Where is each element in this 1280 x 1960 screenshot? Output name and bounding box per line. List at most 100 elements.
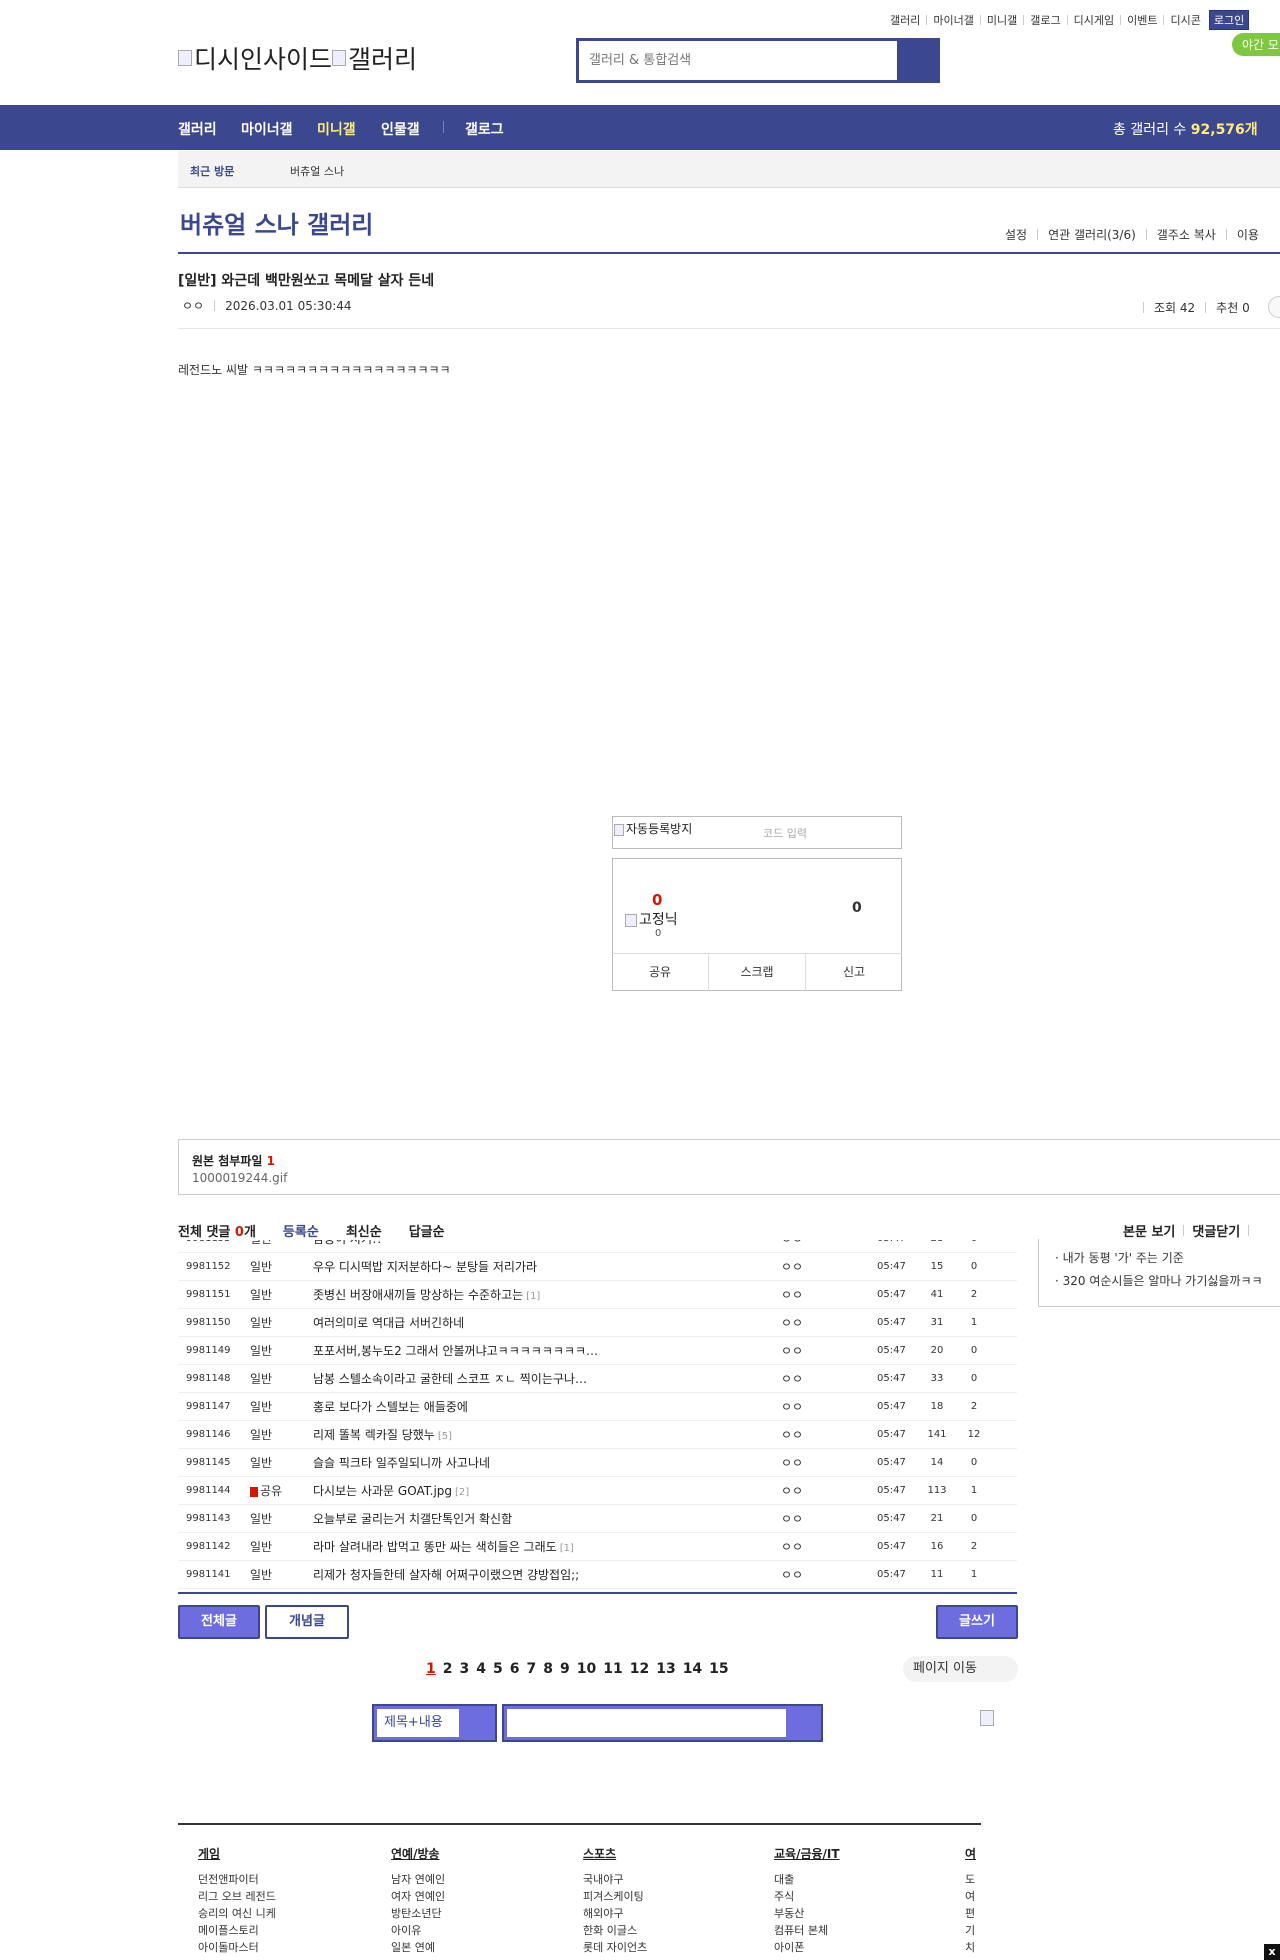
page-link[interactable]: 14: [683, 1661, 702, 1677]
page-link[interactable]: 10: [577, 1661, 596, 1677]
nav-item-mini[interactable]: 미니갤: [317, 119, 356, 139]
page-link[interactable]: 3: [460, 1661, 470, 1677]
close-icon[interactable]: x: [1264, 1944, 1280, 1960]
footer-link[interactable]: 아이돌마스터: [198, 1939, 368, 1956]
footer-link[interactable]: 대출: [774, 1871, 944, 1888]
view-body-link[interactable]: 본문 보기: [1123, 1221, 1175, 1240]
page-link[interactable]: 11: [603, 1661, 622, 1677]
post-writer[interactable]: ㅇㅇ: [781, 1566, 803, 1583]
footer-link[interactable]: 방탄소년단: [391, 1905, 561, 1922]
footer-link[interactable]: 아이폰: [774, 1939, 944, 1956]
search-type-select[interactable]: 제목+내용: [377, 1709, 459, 1737]
footer-link[interactable]: 주식: [774, 1888, 944, 1905]
footer-link[interactable]: 해외야구: [583, 1905, 753, 1922]
page-current[interactable]: 1: [426, 1661, 436, 1677]
related-gallery-link[interactable]: 연관 갤러리(3/6): [1048, 226, 1136, 243]
footer-link[interactable]: 남자 연예인: [391, 1871, 561, 1888]
footer-column-head[interactable]: 교육/금융/IT: [774, 1845, 944, 1862]
util-link-mini[interactable]: 미니갤: [987, 12, 1017, 28]
footer-link[interactable]: 롯데 자이언츠: [583, 1939, 753, 1956]
footer-link[interactable]: 리그 오브 레전드: [198, 1888, 368, 1905]
post-title-link[interactable]: 우우 디시떡밥 지저분하다~ 분탕들 저리가라: [313, 1258, 540, 1275]
page-link[interactable]: 5: [493, 1661, 503, 1677]
footer-link[interactable]: 편: [965, 1905, 981, 1922]
post-writer[interactable]: ㅇㅇ: [781, 1510, 803, 1527]
page-link[interactable]: 9: [560, 1661, 570, 1677]
footer-link[interactable]: 컴퓨터 본체: [774, 1922, 944, 1939]
page-link[interactable]: 7: [527, 1661, 537, 1677]
page-link[interactable]: 4: [476, 1661, 486, 1677]
concept-posts-button[interactable]: 개념글: [265, 1605, 349, 1639]
post-title-link[interactable]: 남붕이 지켜!!: [313, 1240, 385, 1247]
footer-link[interactable]: 부동산: [774, 1905, 944, 1922]
footer-link[interactable]: 아이유: [391, 1922, 561, 1939]
side-item[interactable]: · 320 여순시들은 알마나 가기싫을까ㅋㅋ: [1055, 1272, 1263, 1289]
post-writer[interactable]: ㅇㅇ: [781, 1398, 803, 1415]
report-button[interactable]: 신고: [806, 954, 902, 991]
footer-link[interactable]: 일본 연예: [391, 1939, 561, 1956]
gallery-title[interactable]: 버츄얼 스나 갤러리: [180, 205, 373, 240]
footer-link[interactable]: 피겨스케이팅: [583, 1888, 753, 1905]
sort-replies[interactable]: 답글순: [409, 1221, 445, 1240]
post-more-button[interactable]: [1268, 296, 1280, 318]
post-writer[interactable]: ㅇㅇ: [781, 1538, 803, 1555]
page-link[interactable]: 6: [510, 1661, 520, 1677]
page-link[interactable]: 12: [630, 1661, 649, 1677]
table-row[interactable]: 9981152 일반 우우 디시떡밥 지저분하다~ 분탕들 저리가라 ㅇㅇ 05:47 1…: [178, 1253, 1017, 1281]
copy-address-link[interactable]: 갤주소 복사: [1157, 226, 1216, 243]
footer-link[interactable]: 승리의 여신 니케: [198, 1905, 368, 1922]
util-link-dcgame[interactable]: 디시게임: [1074, 12, 1114, 28]
table-row[interactable]: 9981146 일반 리제 똘복 렉카질 당했누 [5] ㅇㅇ 05:47 141 12: [178, 1421, 1017, 1449]
post-title-link[interactable]: 포포서버,봉누도2 그래서 안볼꺼냐고ㅋㅋㅋㅋㅋㅋㅋㅋ…: [313, 1342, 601, 1359]
table-row[interactable]: 9981150 일반 여러의미로 역대급 서버긴하네 ㅇㅇ 05:47 31 1: [178, 1309, 1017, 1337]
footer-link[interactable]: 던전앤파이터: [198, 1871, 368, 1888]
side-item[interactable]: · 내가 동평 '가' 주는 기준: [1055, 1249, 1184, 1266]
search-button[interactable]: [897, 41, 937, 80]
util-link-gallery[interactable]: 갤러리: [890, 12, 920, 28]
post-title-link[interactable]: 홍로 보다가 스텔보는 애들중에: [313, 1398, 471, 1415]
login-button[interactable]: 로그인: [1208, 10, 1250, 30]
captcha-input[interactable]: 코드 입력: [763, 825, 807, 841]
table-row[interactable]: 9981148 일반 남봉 스텔소속이라고 굴한테 스코프 ㅈㄴ 찍이는구나… ㅇㅇ 0…: [178, 1365, 1017, 1393]
post-writer[interactable]: ㅇㅇ: [781, 1342, 803, 1359]
footer-link[interactable]: 여: [965, 1888, 981, 1905]
page-link[interactable]: 15: [709, 1661, 728, 1677]
post-writer[interactable]: ㅇㅇ: [781, 1454, 803, 1471]
footer-link[interactable]: 한화 이글스: [583, 1922, 753, 1939]
util-link-event[interactable]: 이벤트: [1127, 12, 1157, 28]
nav-item-gallery[interactable]: 갤러리: [178, 119, 217, 139]
sort-latest[interactable]: 최신순: [346, 1221, 382, 1240]
post-writer[interactable]: ㅇㅇ: [781, 1426, 803, 1443]
post-title-link[interactable]: 오늘부로 굴리는거 치갤단톡인거 확신함: [313, 1510, 515, 1527]
util-link-gallog[interactable]: 갤로그: [1030, 12, 1060, 28]
footer-column-head[interactable]: 여: [965, 1845, 981, 1862]
night-mode-toggle[interactable]: 야간 모: [1232, 33, 1280, 56]
post-writer[interactable]: ㅇㅇ: [781, 1370, 803, 1387]
footer-column-head[interactable]: 연예/방송: [391, 1845, 561, 1862]
table-row[interactable]: 9981142 일반 라마 살려내라 밥먹고 똥만 싸는 색히들은 그래도 [1] ㅇㅇ…: [178, 1533, 1017, 1561]
recommend-down-count[interactable]: 0: [852, 900, 862, 916]
table-row[interactable]: 9981149 일반 포포서버,봉누도2 그래서 안볼꺼냐고ㅋㅋㅋㅋㅋㅋㅋㅋ… ㅇㅇ 0…: [178, 1337, 1017, 1365]
settings-link[interactable]: 설정: [1005, 226, 1027, 243]
util-link-minor[interactable]: 마이너갤: [933, 12, 973, 28]
footer-link[interactable]: 여자 연예인: [391, 1888, 561, 1905]
page-link[interactable]: 8: [543, 1661, 553, 1677]
nav-item-person[interactable]: 인물갤: [381, 119, 420, 139]
usage-link[interactable]: 이용: [1237, 226, 1259, 243]
site-logo[interactable]: 디시인사이드 갤러리: [178, 40, 417, 76]
post-title-link[interactable]: 좃병신 버장애새끼들 망상하는 수준하고는 [1]: [313, 1286, 540, 1303]
bottom-search-input[interactable]: [507, 1709, 786, 1737]
sort-registered[interactable]: 등록순: [283, 1221, 319, 1240]
post-writer[interactable]: ㅇㅇ: [781, 1482, 803, 1499]
attachment-file[interactable]: 1000019244.gif: [192, 1171, 287, 1185]
all-posts-button[interactable]: 전체글: [178, 1605, 260, 1639]
nav-item-gallog[interactable]: 갤로그: [465, 119, 504, 139]
post-title-link[interactable]: 남봉 스텔소속이라고 굴한테 스코프 ㅈㄴ 찍이는구나…: [313, 1370, 590, 1387]
page-link[interactable]: 2: [443, 1661, 453, 1677]
scrap-button[interactable]: 스크랩: [709, 954, 806, 991]
page-link[interactable]: 13: [656, 1661, 675, 1677]
search-input[interactable]: [579, 41, 897, 80]
table-row[interactable]: 9981147 일반 홍로 보다가 스텔보는 애들중에 ㅇㅇ 05:47 18 2: [178, 1393, 1017, 1421]
table-row[interactable]: 9981144 공유 다시보는 사과문 GOAT.jpg [2] ㅇㅇ 05:47 113 1: [178, 1477, 1017, 1505]
post-writer[interactable]: ㅇㅇ: [781, 1314, 803, 1331]
